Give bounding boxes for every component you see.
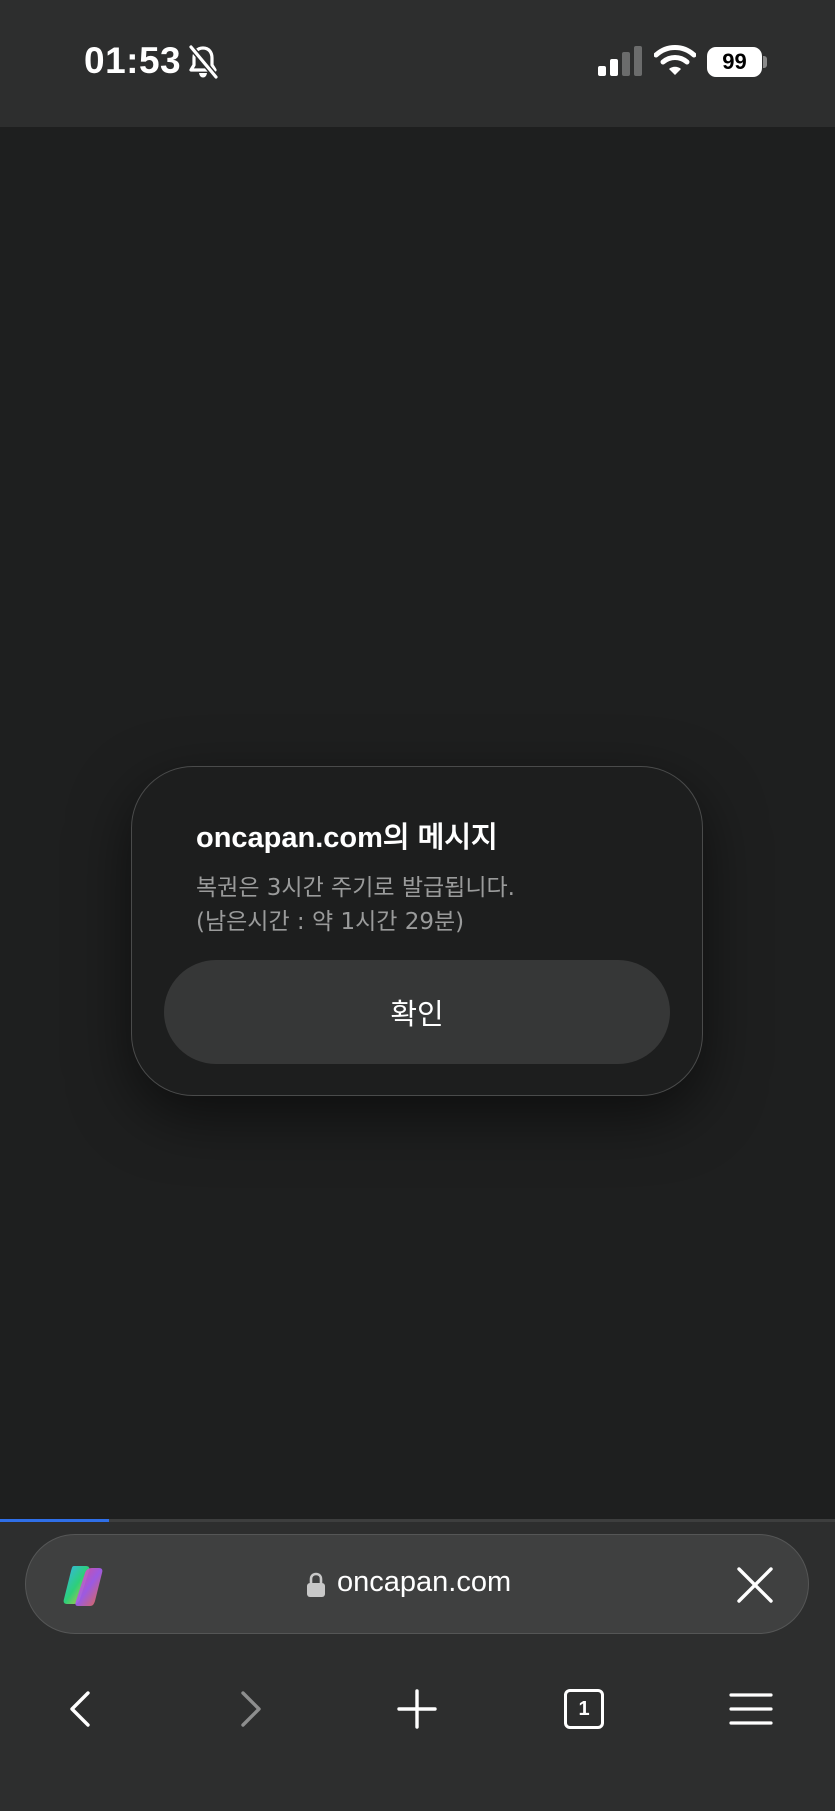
tabs-button[interactable]: 1	[544, 1669, 624, 1749]
page-load-progress-fill	[0, 1519, 109, 1522]
forward-icon	[241, 1691, 261, 1727]
menu-icon	[729, 1693, 773, 1725]
url-text[interactable]: oncapan.com	[337, 1566, 511, 1599]
new-tab-button[interactable]	[377, 1669, 457, 1749]
page-load-progress	[0, 1519, 835, 1522]
tabs-icon: 1	[564, 1689, 604, 1729]
address-bar[interactable]: oncapan.com	[25, 1534, 809, 1634]
alert-dialog: oncapan.com의 메시지 복권은 3시간 주기로 발급됩니다. (남은시…	[131, 766, 703, 1096]
back-icon	[70, 1691, 90, 1727]
menu-button[interactable]	[711, 1669, 791, 1749]
confirm-button[interactable]: 확인	[164, 960, 670, 1064]
status-bar: 01:53 99	[0, 0, 835, 127]
cellular-signal-icon	[598, 46, 642, 76]
browser-nav-row: 1	[0, 1669, 835, 1749]
dialog-title: oncapan.com의 메시지	[196, 822, 498, 854]
battery-tip	[763, 56, 767, 68]
forward-button[interactable]	[210, 1669, 290, 1749]
dialog-message-line-1: 복권은 3시간 주기로 발급됩니다.	[196, 875, 515, 901]
dialog-message-line-2: (남은시간 : 약 1시간 29분)	[196, 909, 465, 935]
browser-toolbar: oncapan.com 1	[0, 1519, 835, 1811]
status-time: 01:53	[84, 40, 182, 81]
home-indicator-area	[0, 1769, 835, 1809]
lock-icon	[307, 1572, 325, 1597]
close-icon[interactable]	[736, 1566, 774, 1604]
bell-slash-icon	[188, 45, 219, 79]
back-button[interactable]	[41, 1669, 121, 1749]
wifi-icon	[654, 45, 696, 75]
copilot-icon[interactable]	[60, 1563, 106, 1609]
plus-icon	[397, 1689, 437, 1729]
battery-icon: 99	[707, 47, 762, 77]
dialog-message: 복권은 3시간 주기로 발급됩니다. (남은시간 : 약 1시간 29분)	[196, 871, 656, 939]
